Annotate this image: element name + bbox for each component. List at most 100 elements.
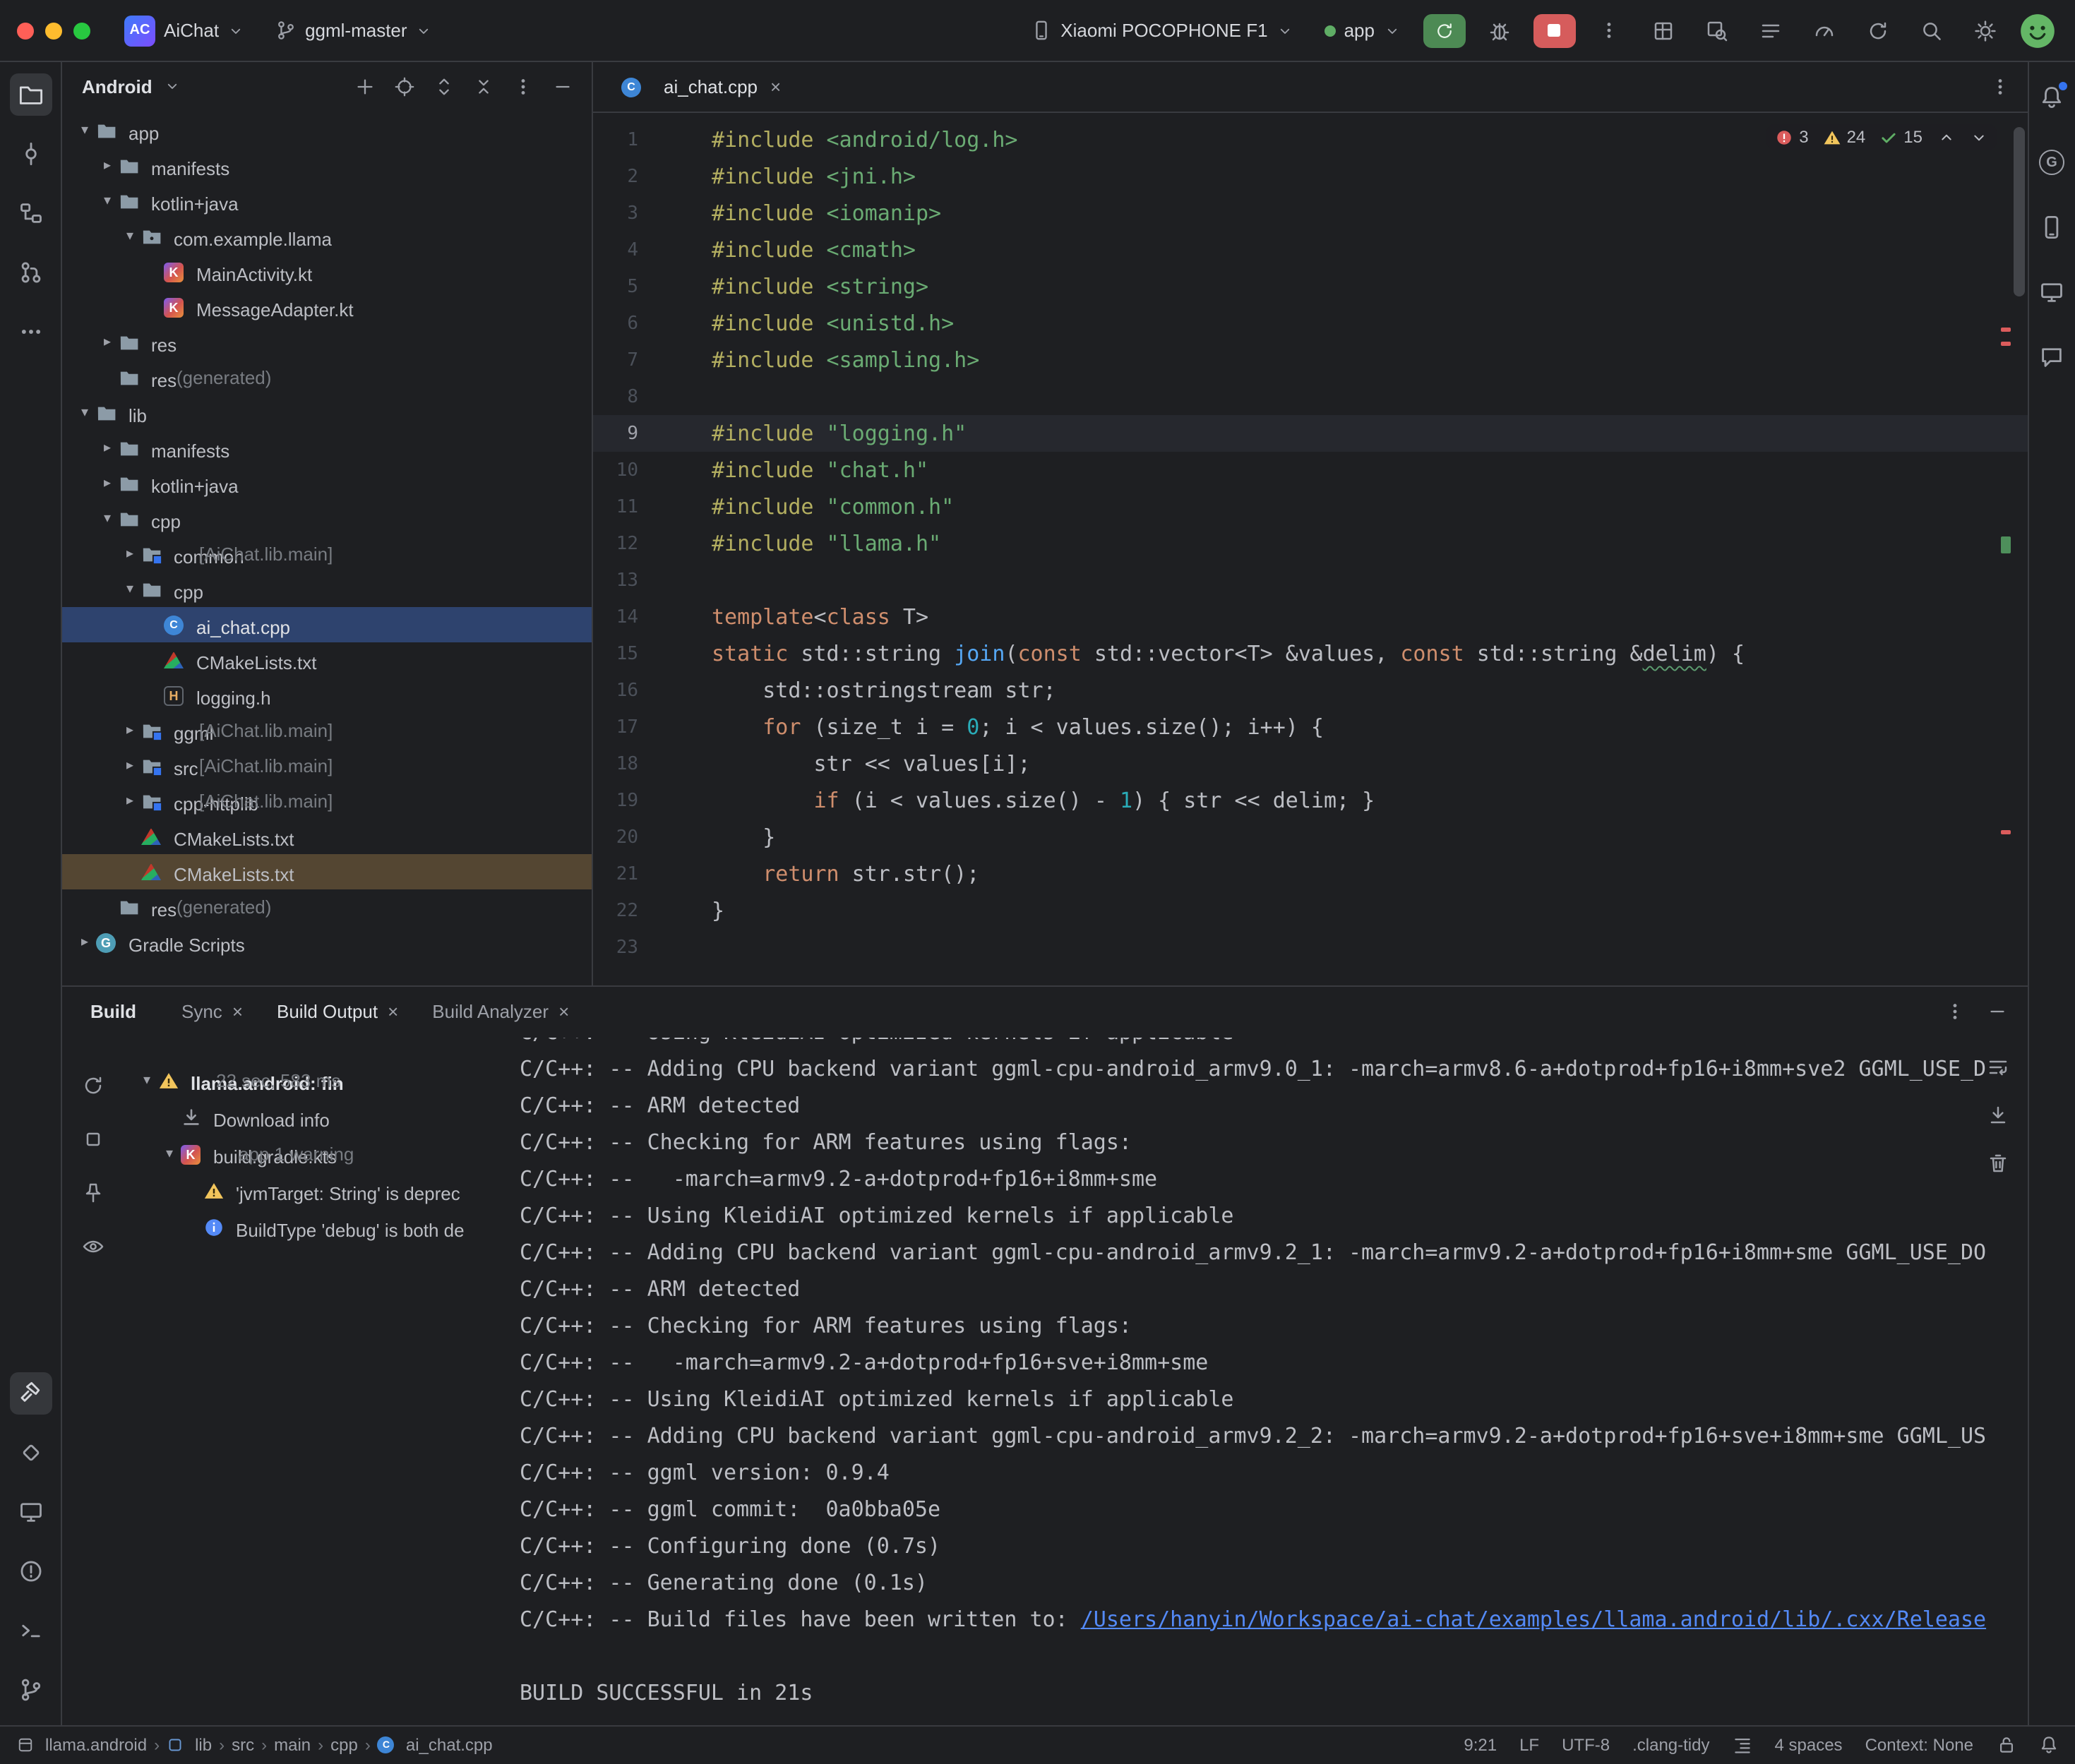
rerun-app-button[interactable] [1423,13,1465,47]
settings-gear-icon[interactable] [1965,12,2004,49]
show-output-icon[interactable] [76,1229,110,1263]
close-tab-icon[interactable]: × [232,1001,243,1022]
code-line[interactable]: 22} [593,892,2027,929]
breadcrumb-item-main[interactable]: main [274,1735,311,1755]
close-tab-icon[interactable]: × [388,1001,398,1022]
commit-tool-window-icon[interactable] [9,133,52,175]
next-problem-icon[interactable] [1969,128,1987,146]
project-tree-item-cpp[interactable]: cpp [62,572,592,607]
add-icon[interactable] [349,71,380,102]
layout-inspector-icon[interactable] [1643,12,1682,49]
soft-wrap-icon[interactable] [1982,1051,2013,1082]
tree-chevron-icon[interactable] [119,793,141,809]
code-line[interactable]: 7#include <sampling.h> [593,342,2027,378]
code-line[interactable]: 12#include "llama.h" [593,525,2027,562]
expand-all-icon[interactable] [428,71,459,102]
problems-tool-window-icon[interactable] [9,1549,52,1592]
project-tree-item-common[interactable]: common[AiChat.lib.main] [62,536,592,572]
indent-selector[interactable]: 4 spaces [1775,1735,1843,1755]
tree-chevron-icon[interactable] [73,935,96,950]
code-line[interactable]: 18 str << values[i]; [593,745,2027,782]
project-tree-item-gradle-scripts[interactable]: GGradle Scripts [62,925,592,960]
build-tree-item-jvmtarget-string-is-deprec[interactable]: 'jvmTarget: String' is deprec [124,1172,506,1209]
tree-chevron-icon[interactable] [119,582,141,597]
status-notifications-icon[interactable] [2038,1735,2058,1755]
pin-tab-icon[interactable] [76,1175,110,1209]
code-line[interactable]: 10#include "chat.h" [593,452,2027,488]
build-panel-title[interactable]: Build [90,1001,136,1022]
lock-icon[interactable] [1996,1735,2016,1755]
minimize-window-button[interactable] [45,22,62,39]
project-tree-item-src[interactable]: src[AiChat.lib.main] [62,748,592,784]
warning-count-badge[interactable]: 24 [1823,127,1866,147]
debug-app-button[interactable] [1479,12,1519,49]
code-line[interactable]: 15static std::string join(const std::vec… [593,635,2027,672]
build-output-path-link[interactable]: /Users/hanyin/Workspace/ai-chat/examples… [1081,1606,1986,1631]
code-line[interactable]: 17 for (size_t i = 0; i < values.size();… [593,709,2027,745]
project-tree-item-app[interactable]: app [62,113,592,148]
code-line[interactable]: 2#include <jni.h> [593,158,2027,195]
code-line[interactable]: 5#include <string> [593,268,2027,305]
error-stripe-mark[interactable] [2000,342,2010,346]
more-tool-windows-icon[interactable] [9,311,52,353]
line-ending-selector[interactable]: LF [1519,1735,1539,1755]
close-window-button[interactable] [17,22,34,39]
tree-chevron-icon[interactable] [136,1073,158,1088]
breadcrumb-item-lib[interactable]: lib [167,1734,212,1756]
locate-file-icon[interactable] [388,71,419,102]
build-tab-sync[interactable]: Sync× [167,995,257,1028]
device-selector[interactable]: Xiaomi POCOPHONE F1 [1022,14,1301,47]
tree-chevron-icon[interactable] [96,476,119,491]
options-menu-icon[interactable] [507,71,538,102]
hide-panel-icon[interactable] [546,71,578,102]
tree-chevron-icon[interactable] [73,405,96,421]
project-tree-item-logging-h[interactable]: Hlogging.h [62,678,592,713]
close-tab-icon[interactable]: × [558,1001,569,1022]
tree-chevron-icon[interactable] [96,158,119,174]
build-options-icon[interactable] [1939,996,1971,1027]
close-tab-icon[interactable]: × [770,76,781,97]
tree-chevron-icon[interactable] [96,193,119,209]
project-tree-item-res[interactable]: res(generated) [62,360,592,395]
build-tree-item-buildtype-debug-is-both-de[interactable]: BuildType 'debug' is both de [124,1209,506,1246]
code-line[interactable]: 4#include <cmath> [593,232,2027,268]
dependencies-tool-window-icon[interactable] [9,1431,52,1473]
logcat-icon[interactable] [1750,12,1790,49]
device-manager-icon[interactable] [2031,206,2073,248]
code-area[interactable]: 1#include <android/log.h>2#include <jni.… [593,113,2027,985]
terminal-tool-window-icon[interactable] [9,1609,52,1651]
code-line[interactable]: 11#include "common.h" [593,488,2027,525]
tree-chevron-icon[interactable] [96,511,119,527]
project-tree-item-ai-chat-cpp[interactable]: Cai_chat.cpp [62,607,592,642]
project-view-selector[interactable]: Android [82,76,153,97]
error-stripe-mark[interactable] [2000,830,2010,834]
project-tree-item-cmakelists-txt[interactable]: CMakeLists.txt [62,819,592,854]
editor-tab-ai-chat-cpp[interactable]: C ai_chat.cpp × [607,62,795,112]
clear-output-icon[interactable] [1982,1147,2013,1178]
inspections-widget[interactable]: 3 24 15 [1766,124,1996,150]
stop-app-button[interactable] [1533,13,1575,47]
project-tree-item-cpp-httplib[interactable]: cpp-httplib[AiChat.lib.main] [62,784,592,819]
chevron-down-icon[interactable] [164,78,181,95]
tree-chevron-icon[interactable] [96,440,119,456]
breadcrumb-item-cpp[interactable]: cpp [330,1735,358,1755]
project-tree-item-cmakelists-txt[interactable]: CMakeLists.txt [62,642,592,678]
rerun-build-icon[interactable] [76,1068,110,1102]
scroll-to-end-icon[interactable] [1982,1099,2013,1130]
zoom-window-button[interactable] [73,22,90,39]
code-line[interactable]: 20 } [593,819,2027,856]
profiler-icon[interactable] [1804,12,1843,49]
code-line[interactable]: 8 [593,378,2027,415]
build-tree-item-download-info[interactable]: Download info [124,1099,506,1136]
code-line[interactable]: 23 [593,929,2027,966]
project-tool-window-icon[interactable] [9,73,52,116]
project-tree-item-cmakelists-txt[interactable]: CMakeLists.txt [62,854,592,889]
tree-chevron-icon[interactable] [96,335,119,350]
project-tree-item-kotlin-java[interactable]: kotlin+java [62,466,592,501]
error-count-badge[interactable]: 3 [1775,127,1808,147]
project-tree-item-cpp[interactable]: cpp [62,501,592,536]
branch-selector[interactable]: ggml-master [267,14,441,47]
tree-chevron-icon[interactable] [119,546,141,562]
project-tree-item-messageadapter-kt[interactable]: KMessageAdapter.kt [62,289,592,325]
project-tree-item-manifests[interactable]: manifests [62,431,592,466]
